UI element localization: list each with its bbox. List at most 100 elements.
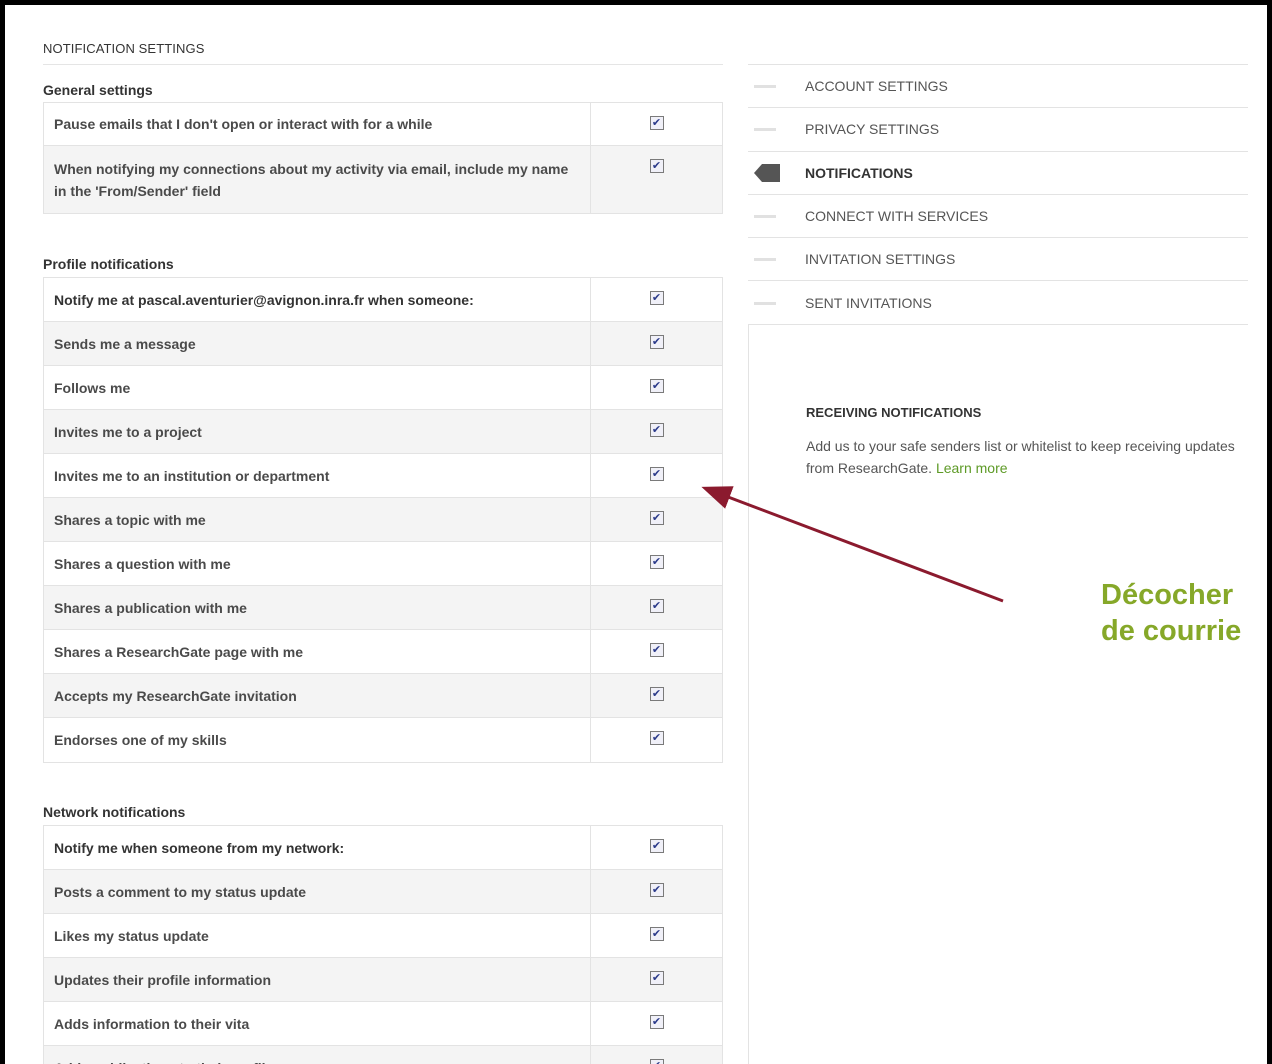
nav-item-connect-with-services[interactable]: CONNECT WITH SERVICES xyxy=(748,195,1248,239)
nav-item-label: SENT INVITATIONS xyxy=(805,294,932,311)
annotation-line-2: de courrie xyxy=(1101,615,1242,647)
nav-item-label: NOTIFICATIONS xyxy=(805,164,913,181)
check-icon: ✔ xyxy=(652,1060,661,1064)
check-icon: ✔ xyxy=(651,644,662,656)
settings-row-when-notifying-my-connections-about-my-a: When notifying my connections about my a… xyxy=(44,146,722,213)
setting-label: Shares a question with me xyxy=(44,542,591,585)
checkbox[interactable]: ✔ xyxy=(649,116,664,130)
active-pointer-icon xyxy=(754,163,780,182)
nav-dash-icon xyxy=(754,85,776,89)
nav-item-sent-invitations[interactable]: SENT INVITATIONS xyxy=(748,281,1248,325)
checkbox-cell: ✔ xyxy=(591,914,722,957)
checkbox[interactable]: ✔ xyxy=(649,643,664,657)
setting-label: Sends me a message xyxy=(44,322,591,365)
nav-item-notifications[interactable]: NOTIFICATIONS xyxy=(748,152,1248,195)
nav-dash-icon xyxy=(754,258,776,262)
checkbox[interactable]: ✔ xyxy=(649,423,664,437)
checkbox[interactable]: ✔ xyxy=(649,291,664,305)
setting-label: Follows me xyxy=(44,366,591,409)
settings-row-notify-me-when-someone-from-my-network: Notify me when someone from my network: ✔ xyxy=(44,826,722,870)
nav-item-privacy-settings[interactable]: PRIVACY SETTINGS xyxy=(748,108,1248,152)
settings-row-notify-me-at-pascal-aventurier-avignon-i: Notify me at pascal.aventurier@avignon.i… xyxy=(44,278,722,322)
nav-item-account-settings[interactable]: ACCOUNT SETTINGS xyxy=(748,65,1248,109)
checkbox-cell: ✔ xyxy=(591,410,722,453)
info-text: Add us to your safe senders list or whit… xyxy=(806,435,1246,479)
checkbox[interactable]: ✔ xyxy=(649,1015,664,1029)
checkbox[interactable]: ✔ xyxy=(649,839,664,853)
checkbox[interactable]: ✔ xyxy=(649,971,664,985)
checkbox[interactable]: ✔ xyxy=(649,159,664,173)
check-icon: ✔ xyxy=(651,556,662,568)
checkbox[interactable]: ✔ xyxy=(649,511,664,525)
check-icon: ✔ xyxy=(651,1016,662,1028)
setting-label: Posts a comment to my status update xyxy=(44,870,591,913)
learn-more-link[interactable]: Learn more xyxy=(936,460,1008,476)
nav-item-label: INVITATION SETTINGS xyxy=(805,251,956,268)
checkbox-cell: ✔ xyxy=(591,498,722,541)
setting-label: Shares a topic with me xyxy=(44,498,591,541)
settings-row-shares-a-topic-with-me: Shares a topic with me ✔ xyxy=(44,498,722,542)
profile-notifications-table: Notify me at pascal.aventurier@avignon.i… xyxy=(43,277,723,763)
checkbox-cell: ✔ xyxy=(591,586,722,629)
setting-label: Endorses one of my skills xyxy=(44,718,591,762)
settings-row-invites-me-to-a-project: Invites me to a project ✔ xyxy=(44,410,722,454)
checkbox[interactable]: ✔ xyxy=(649,1059,664,1064)
setting-label: Pause emails that I don't open or intera… xyxy=(44,103,591,145)
checkbox-cell: ✔ xyxy=(591,542,722,585)
checkbox-cell: ✔ xyxy=(591,674,722,717)
nav-item-invitation-settings[interactable]: INVITATION SETTINGS xyxy=(748,238,1248,282)
check-icon: ✔ xyxy=(651,117,662,129)
checkbox[interactable]: ✔ xyxy=(649,599,664,613)
section-title-network: Network notifications xyxy=(43,804,186,820)
checkbox-cell: ✔ xyxy=(591,454,722,497)
checkbox[interactable]: ✔ xyxy=(649,379,664,393)
check-icon: ✔ xyxy=(651,380,662,392)
nav-item-label: CONNECT WITH SERVICES xyxy=(805,208,989,225)
check-icon: ✔ xyxy=(651,424,662,436)
annotation-text: Décocher de courrie xyxy=(1101,577,1267,649)
checkbox[interactable]: ✔ xyxy=(649,335,664,349)
checkbox-cell: ✔ xyxy=(591,366,722,409)
general-settings-table: Pause emails that I don't open or intera… xyxy=(43,102,723,214)
checkbox-cell: ✔ xyxy=(591,1002,722,1045)
check-icon: ✔ xyxy=(651,972,662,984)
info-title: RECEIVING NOTIFICATIONS xyxy=(806,405,982,420)
settings-row-invites-me-to-an-institution-or-departme: Invites me to an institution or departme… xyxy=(44,454,722,498)
screenshot-frame: NOTIFICATION SETTINGS General settings P… xyxy=(0,0,1272,1064)
page-title: NOTIFICATION SETTINGS xyxy=(43,41,723,65)
annotation-line-1: Décocher xyxy=(1101,579,1234,611)
network-notifications-table: Notify me when someone from my network: ✔… xyxy=(43,825,723,1064)
setting-label: Accepts my ResearchGate invitation xyxy=(44,674,591,717)
settings-nav: ACCOUNT SETTINGS PRIVACY SETTINGS NOTIFICA… xyxy=(748,64,1248,325)
checkbox[interactable]: ✔ xyxy=(649,883,664,897)
settings-row-likes-my-status-update: Likes my status update ✔ xyxy=(44,914,722,958)
nav-dash-icon xyxy=(754,301,776,305)
info-body: Add us to your safe senders list or whit… xyxy=(806,438,1235,476)
setting-label: Notify me when someone from my network: xyxy=(44,826,591,869)
check-icon: ✔ xyxy=(651,600,662,612)
checkbox[interactable]: ✔ xyxy=(649,555,664,569)
checkbox[interactable]: ✔ xyxy=(649,731,664,745)
section-title-profile: Profile notifications xyxy=(43,256,174,272)
check-icon: ✔ xyxy=(651,336,662,348)
nav-item-label: ACCOUNT SETTINGS xyxy=(805,78,948,95)
setting-label: Invites me to a project xyxy=(44,410,591,453)
settings-row-posts-a-comment-to-my-status-update: Posts a comment to my status update ✔ xyxy=(44,870,722,914)
settings-row-shares-a-researchgate-page-with-me: Shares a ResearchGate page with me ✔ xyxy=(44,630,722,674)
checkbox-cell: ✔ xyxy=(591,630,722,673)
check-icon: ✔ xyxy=(651,292,662,304)
settings-row-sends-me-a-message: Sends me a message ✔ xyxy=(44,322,722,366)
check-icon: ✔ xyxy=(651,688,662,700)
settings-row-pause-emails-that-i-don-t-open-or-intera: Pause emails that I don't open or intera… xyxy=(44,103,722,146)
setting-label: Shares a publication with me xyxy=(44,586,591,629)
checkbox[interactable]: ✔ xyxy=(649,927,664,941)
checkbox-cell: ✔ xyxy=(591,958,722,1001)
nav-dash-icon xyxy=(754,128,776,132)
check-icon: ✔ xyxy=(651,160,662,172)
checkbox[interactable]: ✔ xyxy=(649,467,664,481)
info-panel: RECEIVING NOTIFICATIONS Add us to your s… xyxy=(748,324,1248,1064)
checkbox[interactable]: ✔ xyxy=(649,687,664,701)
settings-row-accepts-my-researchgate-invitation: Accepts my ResearchGate invitation ✔ xyxy=(44,674,722,718)
checkbox-cell: ✔ xyxy=(591,103,722,145)
setting-label: Invites me to an institution or departme… xyxy=(44,454,591,497)
